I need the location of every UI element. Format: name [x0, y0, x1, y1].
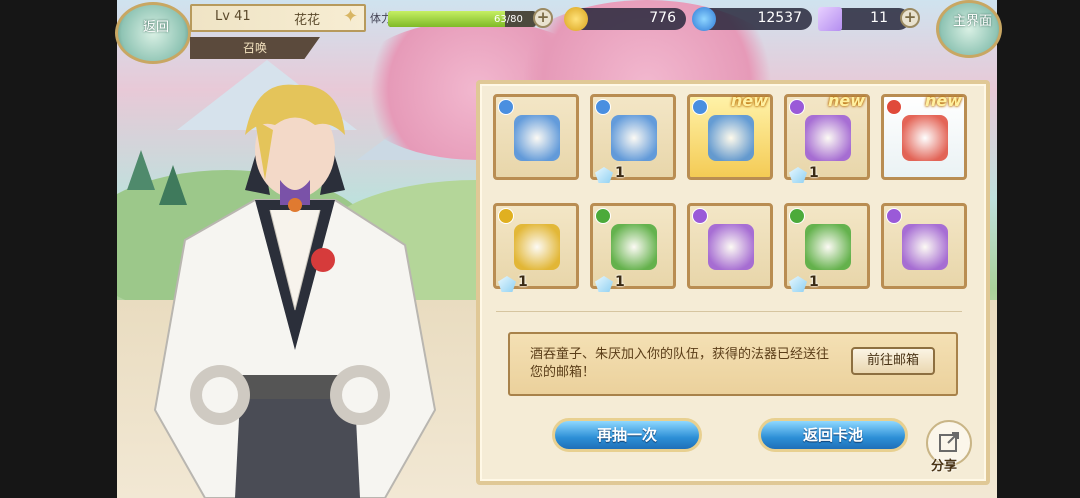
character-fragment-icon — [902, 224, 948, 270]
gold-counter: 776 — [564, 7, 686, 31]
element-badge-icon — [692, 99, 708, 115]
reward-item-slot[interactable] — [493, 94, 579, 180]
draw-again-button[interactable]: 再抽一次 — [552, 418, 702, 452]
stamina-fill — [388, 11, 505, 27]
item-count: 1 — [518, 274, 528, 290]
gem-counter: 12537 — [692, 7, 812, 31]
gold-value: 776 — [649, 10, 676, 26]
item-count: 1 — [615, 274, 625, 290]
go-to-mailbox-button[interactable]: 前往邮箱 — [851, 347, 935, 375]
crystal-counter: 11 — [818, 7, 910, 31]
reward-item-slot[interactable]: 1 — [784, 203, 870, 292]
back-button[interactable]: ‹ 返回 — [115, 2, 191, 64]
crystal-icon — [818, 7, 842, 31]
star-shuriken-icon — [805, 115, 851, 161]
reward-item-slot[interactable]: 1 — [493, 203, 579, 292]
element-badge-icon — [886, 208, 902, 224]
add-stamina-button[interactable]: + — [533, 8, 553, 28]
home-label: 主界面 — [953, 14, 993, 29]
new-badge: new — [730, 91, 768, 110]
item-count: 1 — [615, 165, 625, 181]
reward-item-slot[interactable]: new — [687, 91, 773, 180]
mask-artifact-icon — [514, 115, 560, 161]
crossbow-icon — [805, 224, 851, 270]
item-count: 1 — [809, 274, 819, 290]
share-label: 分享 — [931, 459, 958, 474]
letterbox-left — [0, 0, 117, 498]
character-fragment-icon — [708, 224, 754, 270]
item-count: 1 — [809, 165, 819, 181]
earrings-icon — [514, 224, 560, 270]
back-to-pool-button[interactable]: 返回卡池 — [758, 418, 908, 452]
element-badge-icon — [498, 99, 514, 115]
star-icon: ✦ — [343, 6, 359, 27]
add-crystal-button[interactable]: + — [900, 8, 920, 28]
reward-item-slot[interactable] — [687, 203, 773, 289]
crystal-value: 11 — [870, 10, 888, 26]
reward-item-slot[interactable]: new — [881, 91, 967, 180]
golden-rings-icon — [902, 115, 948, 161]
dragon-disc-icon — [708, 115, 754, 161]
element-badge-icon — [692, 208, 708, 224]
player-name: 花花 — [294, 13, 321, 28]
reward-item-slot[interactable]: 1 — [590, 203, 676, 292]
gold-coin-icon — [564, 7, 588, 31]
new-badge: new — [924, 91, 962, 110]
player-level: Lv 41 — [215, 9, 251, 24]
reward-item-slot[interactable] — [881, 203, 967, 289]
summon-tab: 召唤 — [190, 37, 320, 59]
gourd-icon — [611, 115, 657, 161]
home-button[interactable]: 主界面 — [936, 0, 1002, 58]
result-message: 酒吞童子、朱厌加入你的队伍，获得的法器已经送往您的邮箱！ — [530, 347, 830, 380]
yellow-flag-icon — [611, 224, 657, 270]
element-badge-icon — [789, 208, 805, 224]
gem-value: 12537 — [757, 10, 802, 26]
divider — [496, 311, 962, 312]
character-illustration — [153, 84, 437, 498]
reward-item-slot[interactable]: new 1 — [784, 91, 870, 183]
new-badge: new — [827, 91, 865, 110]
back-label: 返回 — [143, 20, 170, 35]
element-badge-icon — [789, 99, 805, 115]
element-badge-icon — [886, 99, 902, 115]
element-badge-icon — [595, 208, 611, 224]
element-badge-icon — [595, 99, 611, 115]
element-badge-icon — [498, 208, 514, 224]
stamina-value: 63/80 — [494, 14, 523, 25]
blue-gem-icon — [692, 7, 716, 31]
reward-item-slot[interactable]: 1 — [590, 94, 676, 183]
letterbox-right — [997, 0, 1080, 498]
